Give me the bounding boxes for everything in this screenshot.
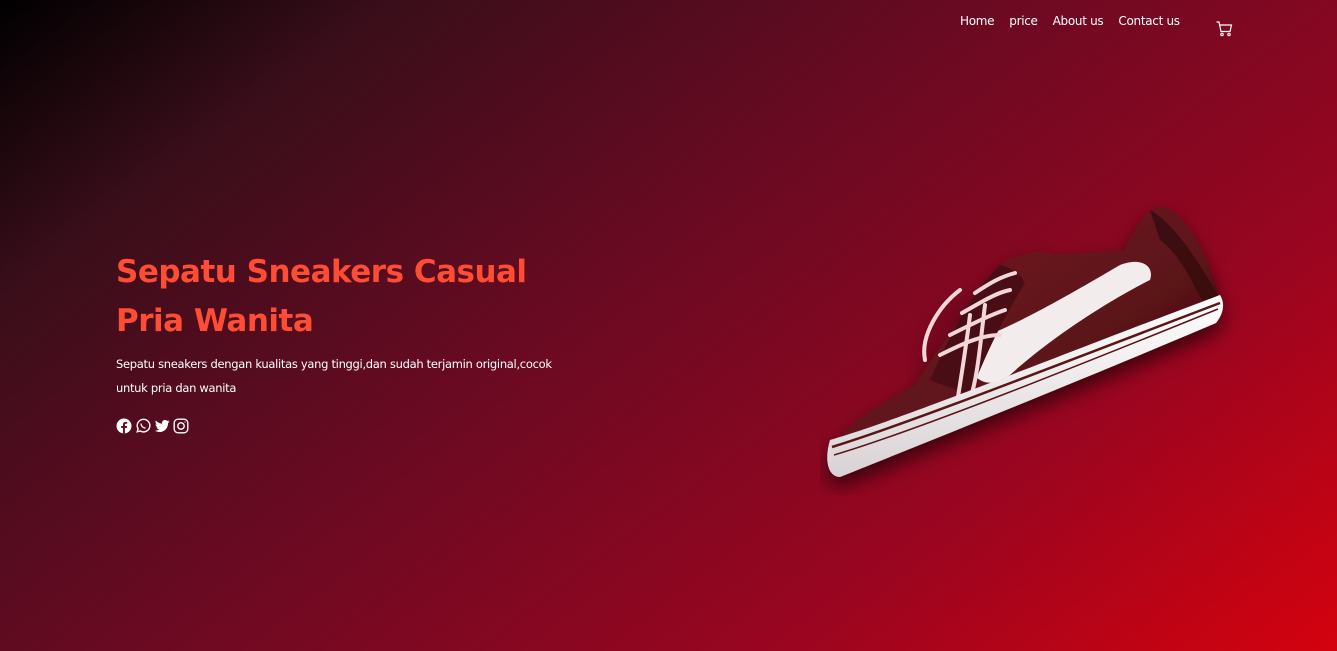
nav-about-link[interactable]: About us — [1053, 14, 1104, 28]
social-links — [116, 418, 189, 434]
nav-contact-link[interactable]: Contact us — [1118, 14, 1180, 28]
facebook-icon[interactable] — [116, 418, 132, 434]
nav-price-link[interactable]: price — [1009, 14, 1038, 28]
whatsapp-icon[interactable] — [135, 418, 151, 434]
hero-section: Sepatu Sneakers Casual Pria Wanita Sepat… — [116, 248, 586, 400]
nav-home-link[interactable]: Home — [960, 14, 995, 28]
cart-icon[interactable] — [1215, 20, 1233, 38]
hero-description: Sepatu sneakers dengan kualitas yang tin… — [116, 357, 552, 395]
sneaker-image — [820, 195, 1240, 495]
twitter-icon[interactable] — [154, 418, 170, 434]
main-nav: Home price About us Contact us — [960, 14, 1195, 28]
hero-title: Sepatu Sneakers Casual Pria Wanita — [116, 254, 527, 339]
instagram-icon[interactable] — [173, 418, 189, 434]
